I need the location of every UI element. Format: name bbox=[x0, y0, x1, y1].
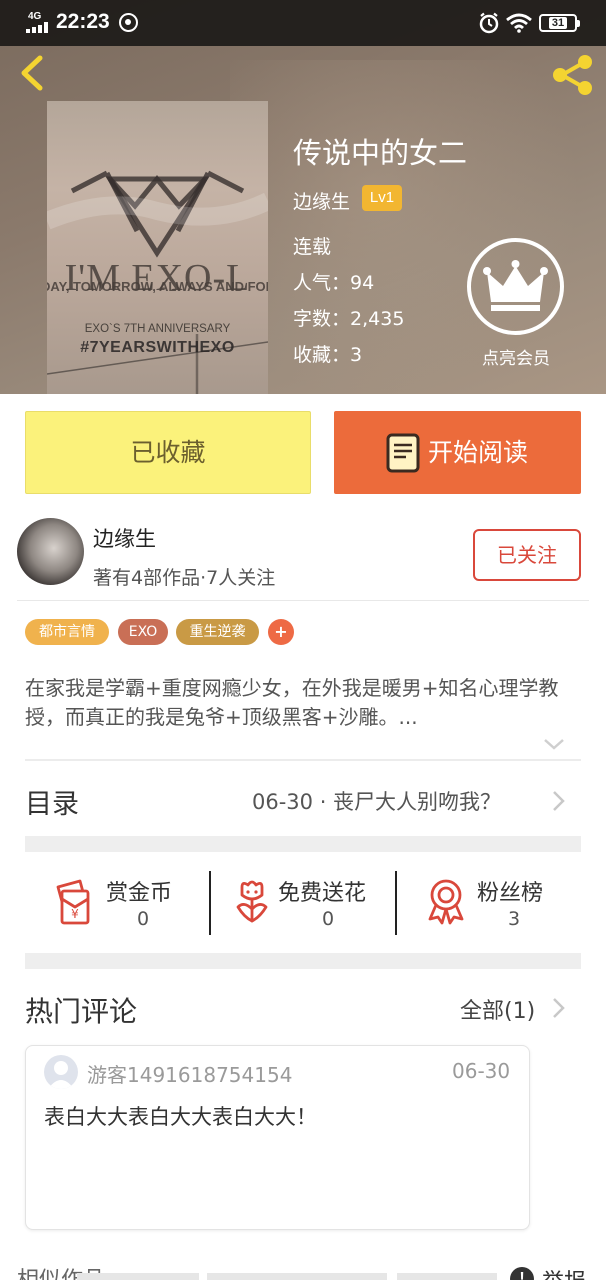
vip-button[interactable] bbox=[467, 238, 564, 335]
book-title: 传说中的女二 bbox=[293, 136, 468, 170]
vertical-divider bbox=[395, 871, 397, 935]
book-word-count: 字数：2,435 bbox=[293, 304, 404, 331]
reward-flowers-label: 免费送花 bbox=[278, 881, 367, 906]
book-popularity: 人气：94 bbox=[293, 268, 374, 295]
crown-icon bbox=[483, 260, 548, 311]
section-separator bbox=[25, 953, 581, 969]
section-separator bbox=[25, 836, 581, 852]
svg-text:¥: ¥ bbox=[71, 907, 79, 921]
hero-backdrop bbox=[230, 60, 590, 390]
start-reading-label: 开始阅读 bbox=[428, 438, 529, 467]
network-type: 4G bbox=[28, 11, 42, 22]
red-envelope-icon: ¥ bbox=[56, 879, 90, 925]
follow-button[interactable]: 已关注 bbox=[473, 529, 581, 581]
tag-urban-romance[interactable]: 都市言情 bbox=[25, 619, 109, 645]
share-button[interactable] bbox=[550, 54, 596, 96]
divider bbox=[25, 759, 581, 761]
reward-flowers[interactable]: 免费送花 0 bbox=[228, 870, 396, 936]
comment-card[interactable]: 游客1491618754154 06-30 表白大大表白大大表白大大！ bbox=[25, 1045, 530, 1230]
wifi-icon bbox=[506, 13, 532, 33]
comment-text: 表白大大表白大大表白大大！ bbox=[44, 1105, 317, 1129]
favorites-label: 收藏： bbox=[293, 344, 351, 366]
book-icon bbox=[386, 433, 420, 473]
status-time: 22:23 bbox=[56, 10, 110, 33]
words-label: 字数： bbox=[293, 308, 351, 330]
book-hero: 4G 22:23 31 I'M EXO-L AY, TOMORROW, ALWA… bbox=[0, 0, 606, 394]
reward-coins[interactable]: ¥ 赏金币 0 bbox=[50, 870, 210, 936]
fan-ranking[interactable]: 粉丝榜 3 bbox=[422, 870, 580, 936]
tag-exo[interactable]: EXO bbox=[118, 619, 168, 645]
fan-ranking-count: 3 bbox=[508, 908, 521, 930]
battery-icon: 31 bbox=[539, 14, 580, 32]
book-cover[interactable]: I'M EXO-L DAY, TOMORROW, ALWAYS AND FORE… bbox=[47, 101, 268, 394]
commenter-avatar[interactable] bbox=[44, 1055, 78, 1089]
words-value: 2,435 bbox=[350, 308, 405, 330]
battery-level: 31 bbox=[548, 17, 568, 29]
popularity-value: 94 bbox=[350, 272, 375, 294]
divider bbox=[17, 600, 589, 601]
book-status: 连载 bbox=[293, 236, 332, 258]
reward-coins-label: 赏金币 bbox=[106, 881, 173, 906]
favorited-button[interactable]: 已收藏 bbox=[25, 411, 311, 494]
tag-rebirth[interactable]: 重生逆袭 bbox=[176, 619, 259, 645]
cover-power-line bbox=[47, 334, 268, 394]
toc-latest-chapter[interactable]: 06-30 · 丧尸大人别吻我？ bbox=[252, 786, 501, 816]
start-reading-button[interactable]: 开始阅读 bbox=[334, 411, 581, 494]
add-tag-button[interactable]: + bbox=[268, 619, 294, 645]
signal-icon: 4G bbox=[26, 11, 52, 33]
cover-diamond-logo bbox=[47, 170, 268, 258]
reward-flowers-count: 0 bbox=[322, 908, 335, 930]
hot-comments-title: 热门评论 bbox=[25, 995, 138, 1028]
author-stats: 著有4部作品·7人关注 bbox=[93, 567, 276, 589]
medal-icon bbox=[428, 879, 464, 925]
status-bar: 4G 22:23 31 bbox=[0, 0, 606, 46]
data-saver-icon bbox=[119, 13, 138, 32]
chevron-right-icon[interactable] bbox=[551, 997, 565, 1019]
book-author[interactable]: 边缘生 bbox=[293, 187, 350, 214]
vip-label[interactable]: 点亮会员 bbox=[468, 344, 564, 369]
fan-ranking-label: 粉丝榜 bbox=[477, 881, 544, 906]
alarm-icon bbox=[479, 12, 499, 34]
author-name[interactable]: 边缘生 bbox=[93, 523, 156, 553]
all-comments-link[interactable]: 全部(1) bbox=[460, 993, 535, 1025]
back-button[interactable] bbox=[14, 52, 50, 94]
vertical-divider bbox=[209, 871, 211, 935]
chevron-right-icon[interactable] bbox=[551, 790, 565, 812]
author-avatar[interactable] bbox=[17, 518, 84, 585]
comment-date: 06-30 bbox=[452, 1059, 511, 1083]
favorites-value: 3 bbox=[350, 344, 363, 366]
cover-tagline: DAY, TOMORROW, ALWAYS AND FOREVER bbox=[47, 279, 268, 294]
book-favorites: 收藏：3 bbox=[293, 340, 362, 367]
chevron-down-icon[interactable] bbox=[542, 736, 566, 752]
toc-title[interactable]: 目录 bbox=[25, 782, 79, 821]
book-synopsis: 在家我是学霸+重度网瘾少女，在外我是暖男+知名心理学教授，而真正的我是兔爷+顶级… bbox=[25, 676, 559, 729]
flower-icon bbox=[236, 880, 268, 923]
similar-works-thumbnails bbox=[17, 1273, 589, 1280]
reward-coins-count: 0 bbox=[137, 908, 150, 930]
user-icon bbox=[48, 1061, 74, 1089]
commenter-name[interactable]: 游客1491618754154 bbox=[87, 1059, 292, 1088]
popularity-label: 人气： bbox=[293, 272, 351, 294]
author-level-badge: Lv1 bbox=[362, 185, 402, 211]
